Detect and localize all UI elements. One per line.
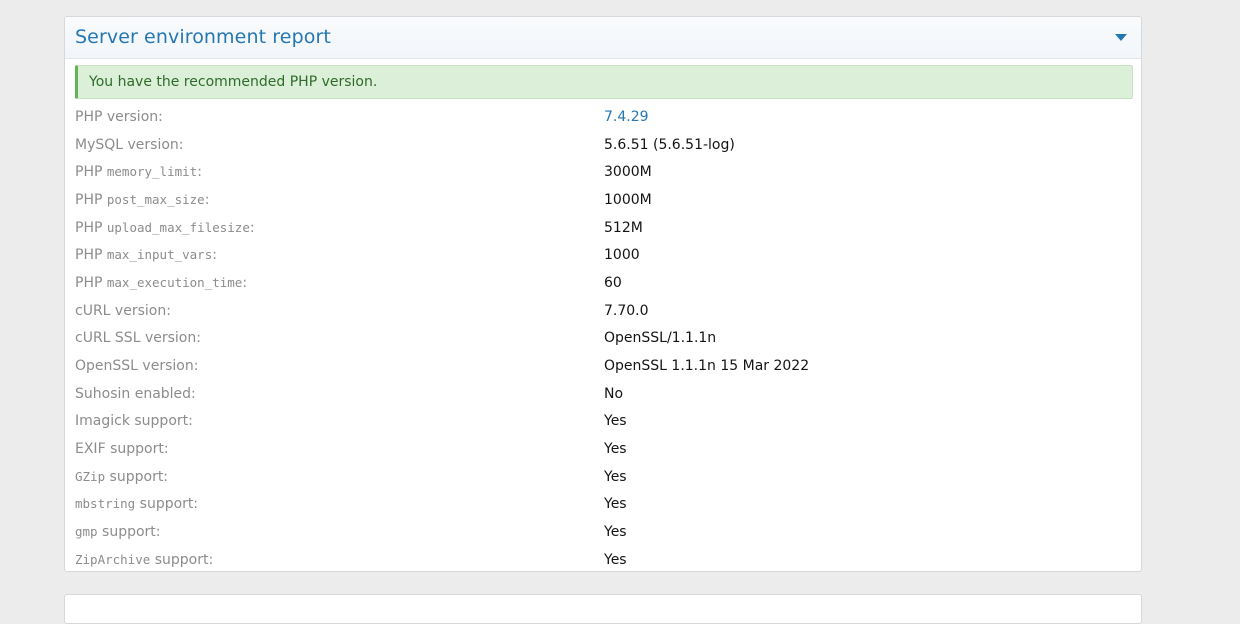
row-label: PHP upload_max_filesize: <box>75 219 255 236</box>
row-label: MySQL version: <box>75 136 184 153</box>
row-gzip-support: GZip support: Yes <box>75 463 1133 491</box>
row-value: No <box>604 385 624 402</box>
row-value: Yes <box>604 496 627 513</box>
row-value: 5.6.51 (5.6.51-log) <box>604 136 735 153</box>
row-value: 60 <box>604 274 622 291</box>
row-label: PHP version: <box>75 108 163 125</box>
row-label: Suhosin enabled: <box>75 385 196 402</box>
server-environment-report-block: Server environment report You have the r… <box>64 16 1142 572</box>
block-header[interactable]: Server environment report <box>65 17 1141 59</box>
row-value: 3000M <box>604 164 652 181</box>
row-label: PHP post_max_size: <box>75 191 210 208</box>
next-block <box>64 594 1142 624</box>
row-value: Yes <box>604 441 627 458</box>
row-value: 7.70.0 <box>604 302 649 319</box>
collapse-toggle-icon[interactable] <box>1115 34 1127 41</box>
row-php-version: PHP version: 7.4.29 <box>75 103 1133 131</box>
row-value: 1000 <box>604 247 640 264</box>
row-value: 512M <box>604 219 643 236</box>
row-curl-version: cURL version: 7.70.0 <box>75 297 1133 325</box>
php-version-notice: You have the recommended PHP version. <box>75 65 1133 99</box>
row-label: cURL SSL version: <box>75 330 201 347</box>
row-suhosin-enabled: Suhosin enabled: No <box>75 380 1133 408</box>
row-label: ZipArchive support: <box>75 551 214 568</box>
row-curl-ssl-version: cURL SSL version: OpenSSL/1.1.1n <box>75 325 1133 353</box>
row-label: gmp support: <box>75 524 161 541</box>
row-value: Yes <box>604 524 627 541</box>
row-value: Yes <box>604 413 627 430</box>
php-version-link[interactable]: 7.4.29 <box>604 109 649 125</box>
row-post-max-size: PHP post_max_size: 1000M <box>75 186 1133 214</box>
row-label: mbstring support: <box>75 496 199 513</box>
row-mbstring-support: mbstring support: Yes <box>75 491 1133 519</box>
row-label: PHP memory_limit: <box>75 164 202 181</box>
row-value: OpenSSL 1.1.1n 15 Mar 2022 <box>604 358 810 375</box>
row-label: OpenSSL version: <box>75 358 199 375</box>
row-label: Imagick support: <box>75 413 193 430</box>
row-label: PHP max_execution_time: <box>75 274 248 291</box>
block-title: Server environment report <box>75 26 331 48</box>
row-value: OpenSSL/1.1.1n <box>604 330 717 347</box>
row-label: GZip support: <box>75 468 169 485</box>
row-max-execution-time: PHP max_execution_time: 60 <box>75 269 1133 297</box>
row-label: PHP max_input_vars: <box>75 247 217 264</box>
report-rows: PHP version: 7.4.29 MySQL version: 5.6.5… <box>75 103 1133 571</box>
row-gmp-support: gmp support: Yes <box>75 518 1133 546</box>
row-mysql-version: MySQL version: 5.6.51 (5.6.51-log) <box>75 131 1133 159</box>
row-value: 1000M <box>604 191 652 208</box>
row-value: Yes <box>604 468 627 485</box>
row-openssl-version: OpenSSL version: OpenSSL 1.1.1n 15 Mar 2… <box>75 352 1133 380</box>
row-imagick-support: Imagick support: Yes <box>75 408 1133 436</box>
row-memory-limit: PHP memory_limit: 3000M <box>75 158 1133 186</box>
row-exif-support: EXIF support: Yes <box>75 435 1133 463</box>
row-value: Yes <box>604 551 627 568</box>
row-upload-max-filesize: PHP upload_max_filesize: 512M <box>75 214 1133 242</box>
row-label: cURL version: <box>75 302 171 319</box>
row-label: EXIF support: <box>75 441 169 458</box>
row-max-input-vars: PHP max_input_vars: 1000 <box>75 241 1133 269</box>
row-ziparchive-support: ZipArchive support: Yes <box>75 546 1133 571</box>
